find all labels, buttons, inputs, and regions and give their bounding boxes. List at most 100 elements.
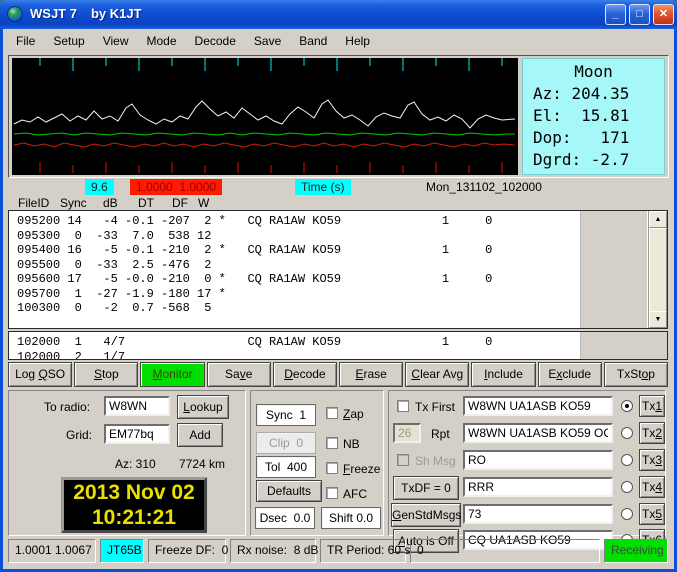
menu-item-decode[interactable]: Decode	[186, 30, 245, 52]
menu-item-setup[interactable]: Setup	[44, 30, 93, 52]
to-radio-input[interactable]	[104, 396, 170, 416]
tx4-radio[interactable]	[621, 481, 633, 493]
exclude-button[interactable]: Exclude	[537, 362, 602, 387]
tx-first-checkbox[interactable]	[397, 400, 409, 412]
moon-title: Moon	[574, 62, 613, 81]
tx4-message-input[interactable]	[463, 477, 613, 497]
average-lines: 102000 1 4/7 CQ RA1AW KO59 1 0 102000 2 …	[17, 335, 493, 360]
status-receiving-badge: Receiving	[604, 539, 668, 563]
nb-checkbox[interactable]	[326, 437, 338, 449]
nb-label: NB	[343, 437, 360, 451]
window-title: WSJT 7 by K1JT	[30, 6, 156, 21]
time-axis-label: Time (s)	[295, 179, 351, 195]
defaults-button[interactable]: Defaults	[256, 480, 322, 502]
menu-item-help[interactable]: Help	[336, 30, 379, 52]
txstop-button[interactable]: TxStop	[603, 362, 669, 387]
dsec-control[interactable]: Dsec 0.0	[255, 507, 315, 529]
close-button[interactable]: ✕	[653, 4, 674, 25]
minimize-button[interactable]: _	[605, 4, 626, 25]
decode-column-headers: FileID Sync dB DT DF W	[3, 196, 674, 210]
menu-item-save[interactable]: Save	[245, 30, 290, 52]
app-globe-icon	[7, 6, 23, 22]
wsjt-window: WSJT 7 by K1JT _ □ ✕ File Setup View Mode Dec…	[0, 0, 677, 572]
scroll-down-icon[interactable]: ▼	[649, 311, 667, 328]
add-button[interactable]: Add	[177, 423, 223, 447]
rx-level-badge: 9.6	[85, 179, 114, 195]
menu-item-band[interactable]: Band	[290, 30, 336, 52]
sync-control[interactable]: Sync 1	[256, 404, 316, 426]
afc-label: AFC	[343, 487, 367, 501]
col-sync: Sync	[60, 196, 87, 210]
tx2-radio[interactable]	[621, 427, 633, 439]
average-text-area[interactable]: 102000 1 4/7 CQ RA1AW KO59 1 0 102000 2 …	[8, 331, 668, 360]
scrollbar-thumb[interactable]	[649, 228, 667, 320]
title-bar[interactable]: WSJT 7 by K1JT _ □ ✕	[0, 0, 677, 29]
window-title-byline: by K1JT	[90, 6, 142, 21]
status-rx-noise: Rx noise: 8 dB	[230, 539, 318, 563]
status-progress: 0	[410, 539, 600, 563]
params-group: Sync 1 Clip 0 Tol 400 Defaults Zap NB Fr…	[250, 390, 384, 536]
gen-std-msgs-button[interactable]: GenStdMsgs	[391, 503, 461, 527]
erase-button[interactable]: Erase	[339, 362, 404, 387]
tx2-button[interactable]: Tx2	[639, 422, 665, 444]
tx1-message-input[interactable]	[463, 396, 613, 416]
status-mode-badge: JT65B	[100, 539, 144, 563]
menu-item-view[interactable]: View	[94, 30, 138, 52]
log-qso-button[interactable]: Log QSO	[8, 362, 73, 387]
grid-label: Grid:	[66, 428, 93, 442]
rpt-label: Rpt	[431, 427, 450, 441]
col-dt: DT	[138, 196, 154, 210]
file-id-label: Mon_131102_102000	[426, 180, 542, 194]
col-fileid: FileID	[18, 196, 50, 210]
tx2-message-input[interactable]	[463, 423, 613, 443]
tx5-button[interactable]: Tx5	[639, 503, 665, 525]
stop-button[interactable]: Stop	[74, 362, 139, 387]
tol-control[interactable]: Tol 400	[256, 456, 316, 478]
tx4-button[interactable]: Tx4	[639, 476, 665, 498]
utc-clock: 2013 Nov 02 10:21:21	[61, 477, 207, 533]
spectrum-plot	[12, 58, 518, 175]
lookup-button[interactable]: Lookup	[177, 395, 229, 419]
col-db: dB	[103, 196, 118, 210]
top-ticks	[39, 58, 503, 71]
average-area-margin	[580, 332, 667, 359]
moon-info-panel: Moon Az: 204.35 El: 15.81 Dop: 171 Dgrd:…	[522, 58, 665, 175]
window-title-app: WSJT 7	[30, 6, 77, 21]
moon-data: Az: 204.35 El: 15.81 Dop: 171 Dgrd: -2.7	[533, 84, 630, 169]
tx5-message-input[interactable]	[463, 504, 613, 524]
save-button[interactable]: Save	[206, 362, 271, 387]
tx1-button[interactable]: Tx1	[639, 395, 665, 417]
tx3-button[interactable]: Tx3	[639, 449, 665, 471]
decode-text-area[interactable]: 095200 14 -4 -0.1 -207 2 * CQ RA1AW KO59…	[8, 210, 668, 329]
tx3-radio[interactable]	[621, 454, 633, 466]
scroll-up-icon[interactable]: ▲	[649, 211, 667, 228]
tx-messages-group: Tx First Tx1 26 Rpt Tx2 Sh Msg Tx3 TxDF …	[388, 390, 666, 553]
decode-lines: 095200 14 -4 -0.1 -207 2 * CQ RA1AW KO59…	[17, 214, 493, 315]
grid-input[interactable]	[104, 424, 170, 444]
include-button[interactable]: Include	[471, 362, 536, 387]
afc-checkbox[interactable]	[326, 487, 338, 499]
to-radio-label: To radio:	[44, 400, 91, 414]
tx3-message-input[interactable]	[463, 450, 613, 470]
txdf-button[interactable]: TxDF = 0	[393, 476, 459, 500]
menu-item-file[interactable]: File	[7, 30, 44, 52]
tx1-radio[interactable]	[621, 400, 633, 412]
client-area: File Setup View Mode Decode Save Band Help Moon…	[3, 29, 674, 569]
bottom-ticks	[39, 162, 503, 173]
shift-control[interactable]: Shift 0.0	[321, 507, 381, 529]
monitor-button[interactable]: Monitor	[140, 362, 205, 387]
graph-panel: Moon Az: 204.35 El: 15.81 Dop: 171 Dgrd:…	[8, 55, 669, 178]
green-trace	[13, 132, 515, 136]
freeze-checkbox[interactable]	[326, 462, 338, 474]
azimuth-label: Az: 310	[115, 457, 156, 471]
zap-checkbox[interactable]	[326, 407, 338, 419]
menu-item-mode[interactable]: Mode	[138, 30, 186, 52]
maximize-button[interactable]: □	[629, 4, 650, 25]
decode-button[interactable]: Decode	[272, 362, 338, 387]
zap-label: Zap	[343, 407, 364, 421]
clear-avg-button[interactable]: Clear Avg	[405, 362, 470, 387]
tx5-radio[interactable]	[621, 508, 633, 520]
rate-cal-badge: 1.0000 1.0000	[130, 179, 223, 195]
decode-scrollbar[interactable]: ▲ ▼	[648, 211, 667, 328]
col-w: W	[198, 196, 210, 210]
